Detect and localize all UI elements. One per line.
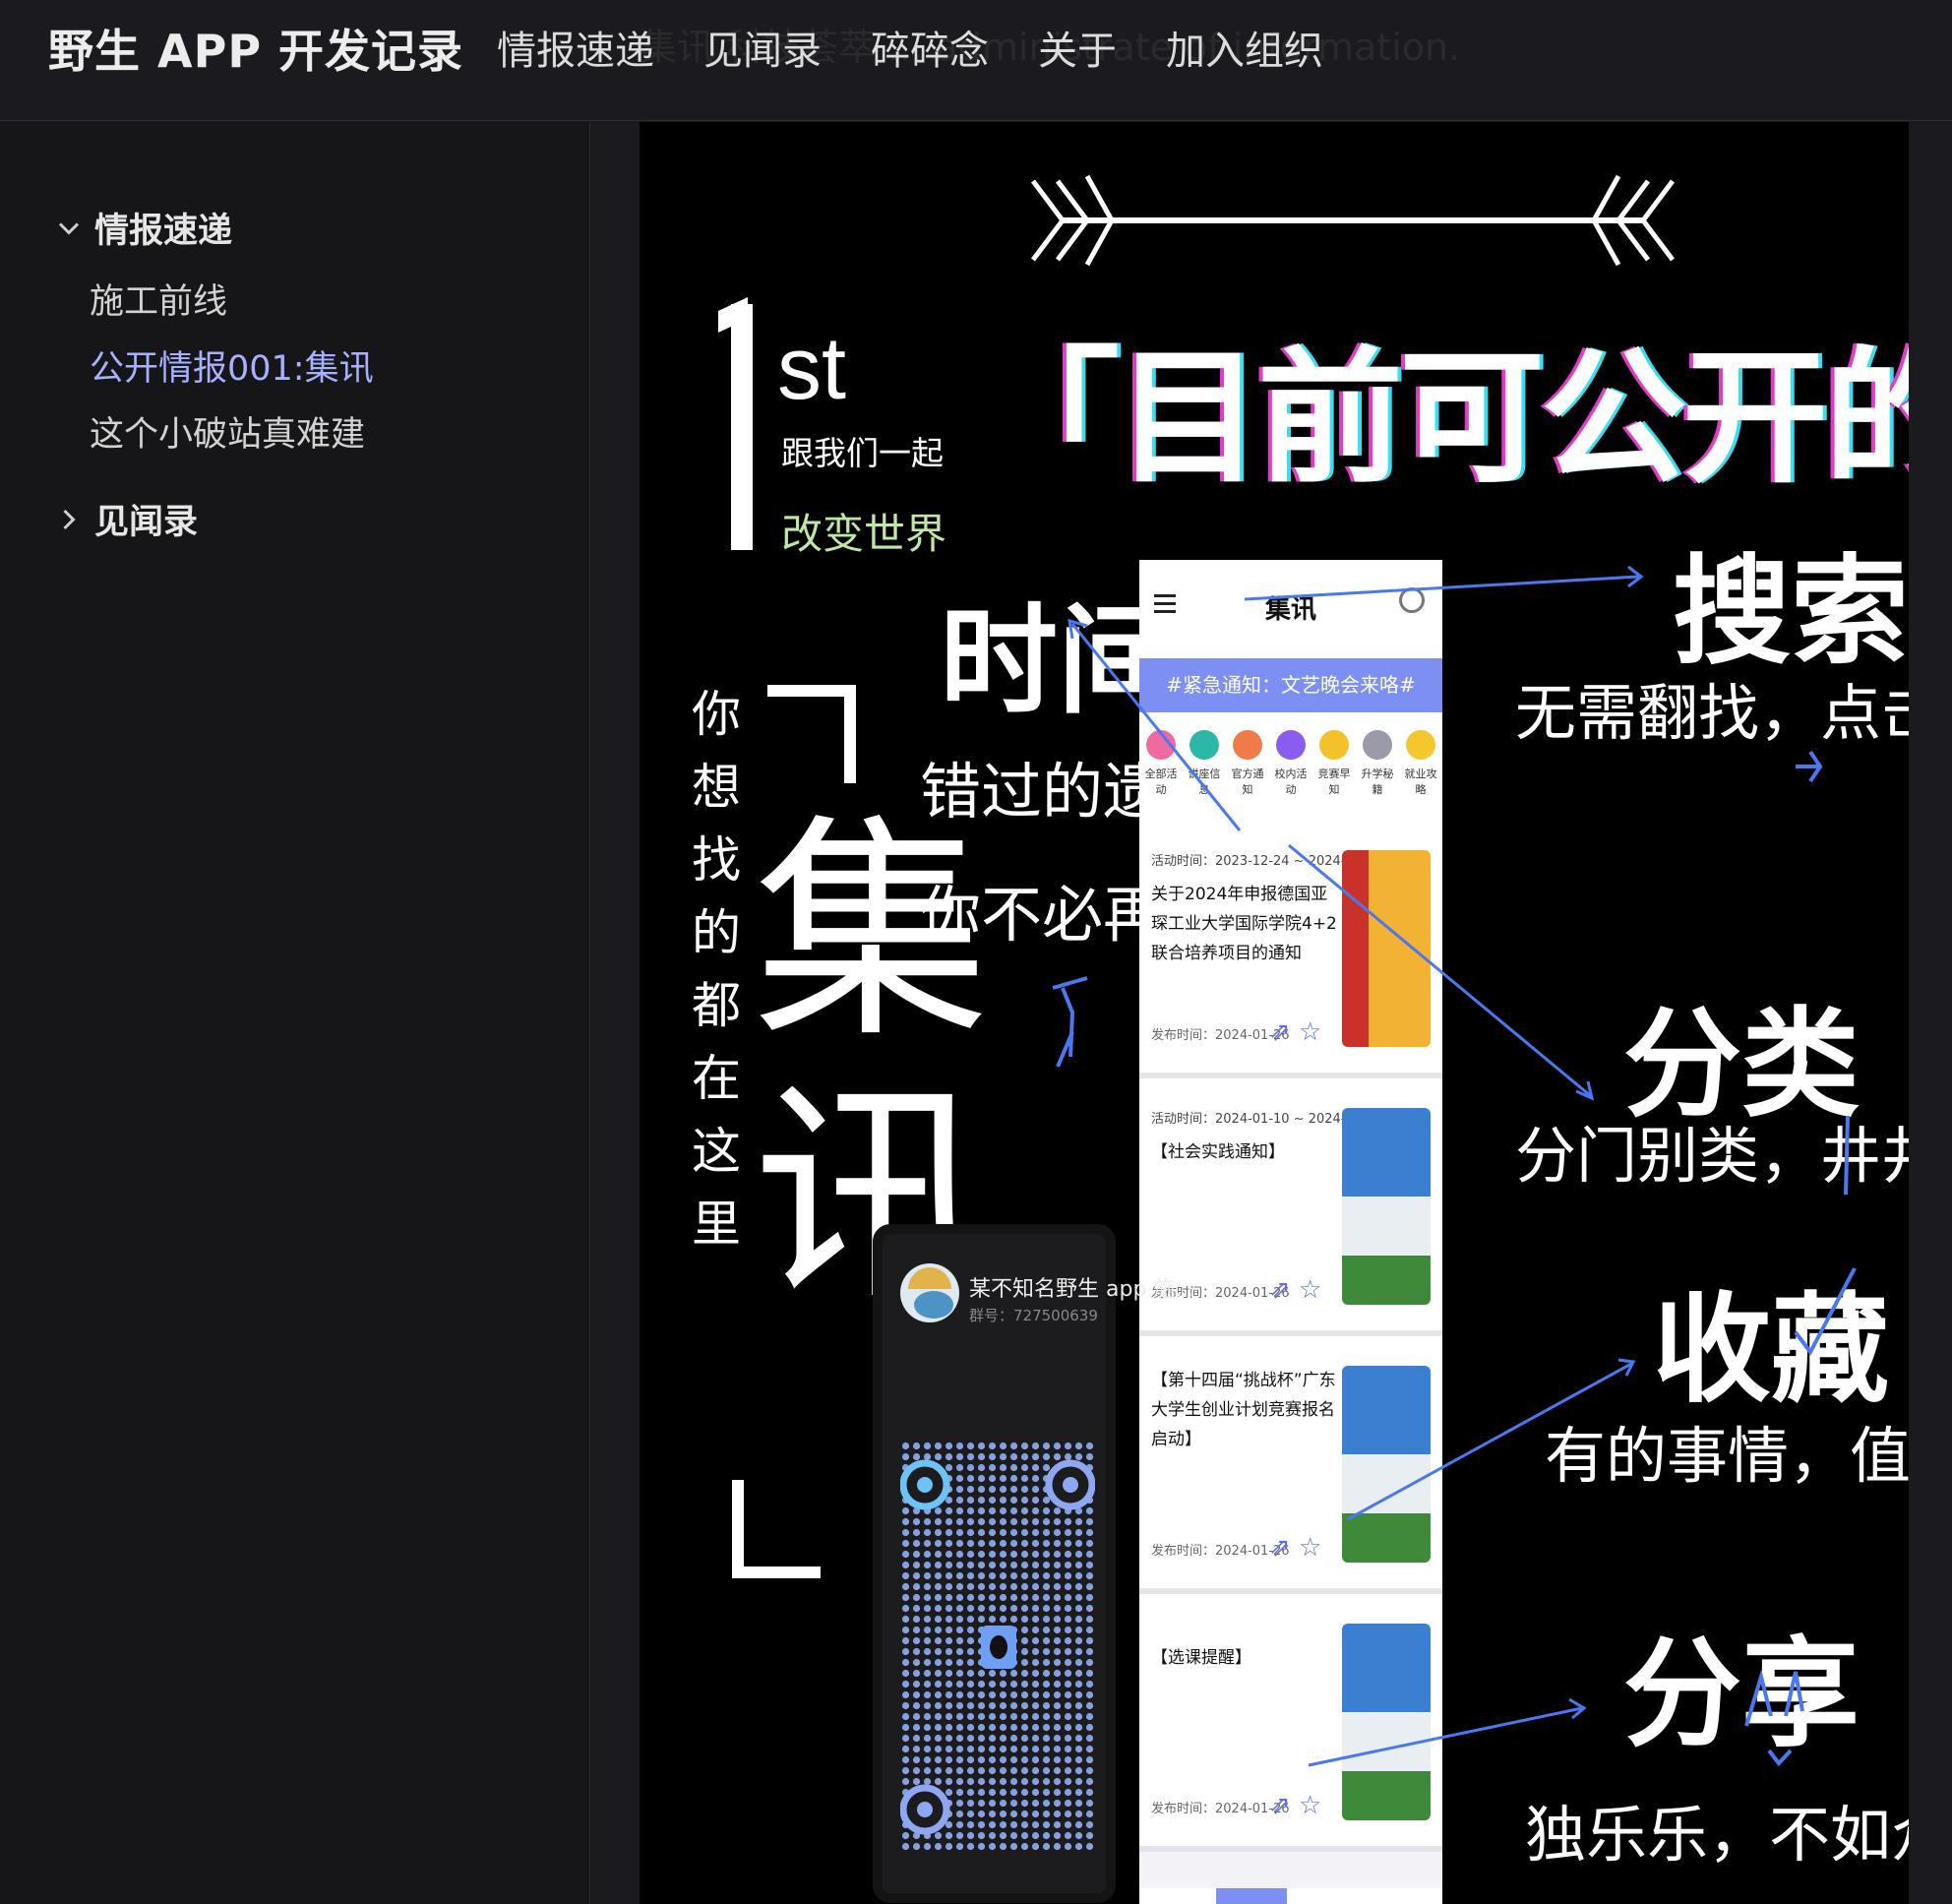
sidebar-group-journal[interactable]: 见闻录	[51, 494, 198, 544]
sidebar: 情报速递 施工前线 公开情报001:集讯 这个小破站真难建 见闻录	[0, 122, 589, 1904]
sidebar-item-jixun[interactable]: 公开情报001:集讯	[90, 340, 374, 391]
nav-link-join[interactable]: 加入组织	[1166, 24, 1323, 79]
top-navbar: 集讯 科技荟萃 ... administrate of information.…	[0, 0, 1952, 121]
sidebar-item-site-hard[interactable]: 这个小破站真难建	[90, 406, 365, 457]
main-nav: 情报速递 见闻录 碎碎念 关于 加入组织	[497, 24, 1323, 79]
sidebar-group-label: 情报速递	[94, 212, 233, 251]
nav-link-about[interactable]: 关于	[1038, 24, 1117, 79]
chevron-right-icon	[63, 509, 76, 529]
chevron-down-icon	[58, 221, 80, 235]
site-title[interactable]: 野生 APP 开发记录	[48, 20, 463, 83]
feature-arrows	[1052, 565, 1857, 1767]
sidebar-group-label: 见闻录	[94, 503, 199, 542]
nav-link-journal[interactable]: 见闻录	[703, 24, 822, 79]
poster-image: st 跟我们一起 改变世界 「目前可公开的情报」 你想找的都在这里 集讯 时间 …	[640, 122, 1909, 1904]
sidebar-group-intel[interactable]: 情报速递	[51, 203, 232, 253]
nav-link-murmurs[interactable]: 碎碎念	[871, 24, 989, 79]
sidebar-item-construction[interactable]: 施工前线	[90, 274, 227, 324]
nav-link-intel[interactable]: 情报速递	[497, 24, 654, 79]
